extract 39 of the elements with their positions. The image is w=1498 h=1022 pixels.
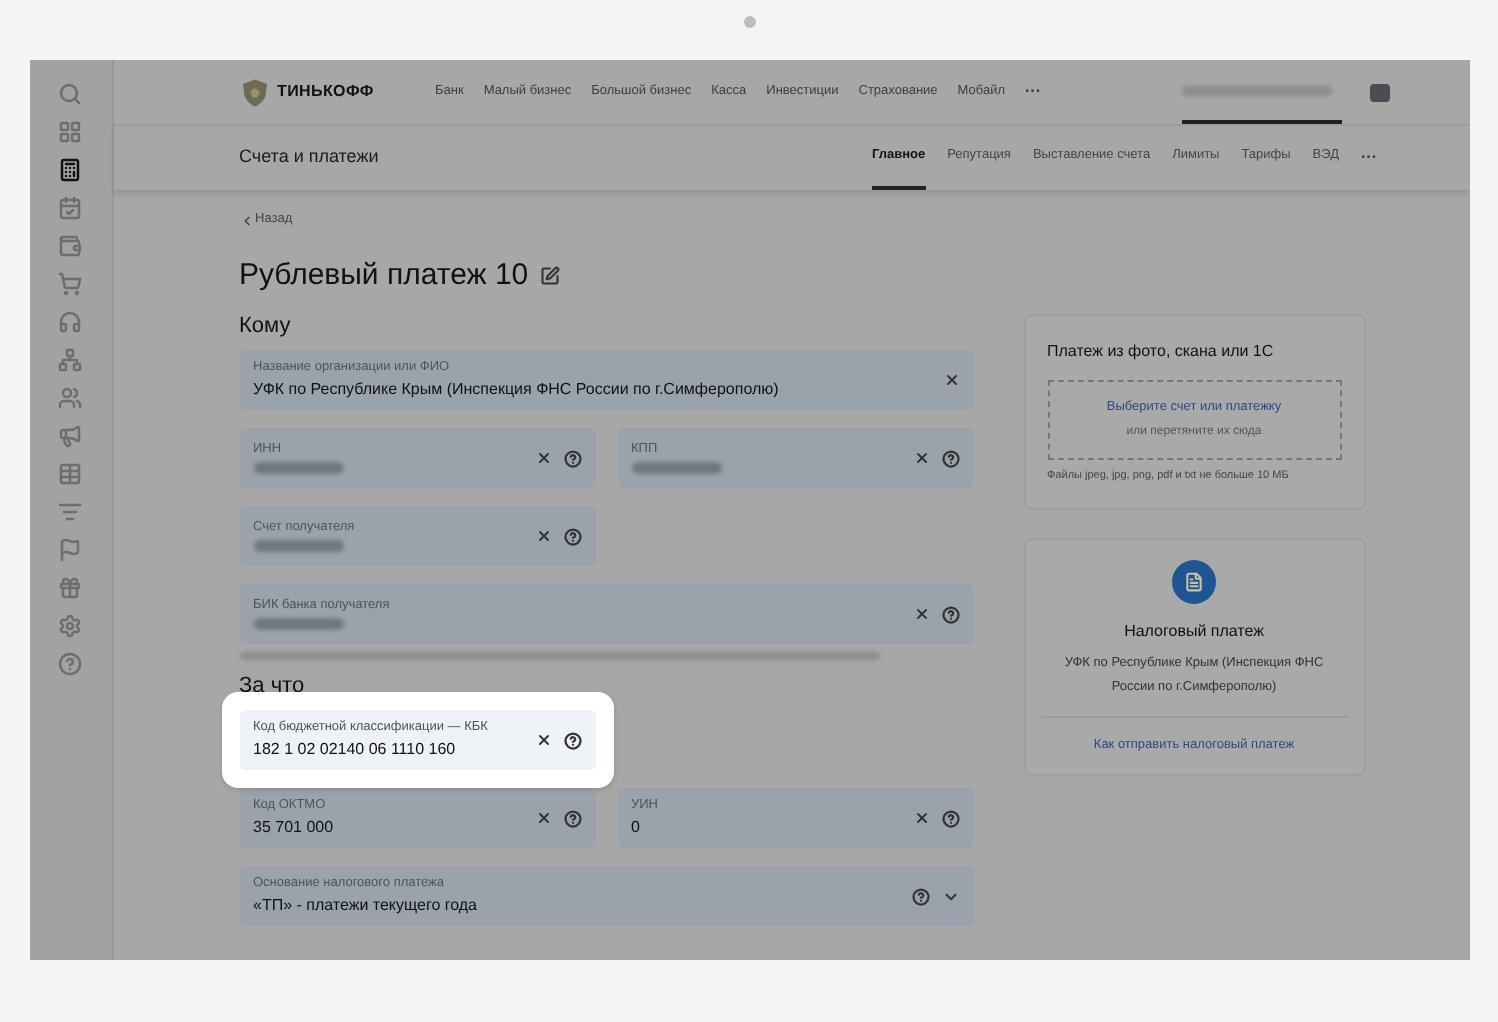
help-icon[interactable]	[941, 449, 959, 467]
section-heading: За что	[239, 672, 307, 700]
edit-icon[interactable]	[540, 266, 561, 286]
blurred-value	[253, 618, 343, 630]
help-icon[interactable]	[563, 731, 581, 749]
blurred-value	[631, 462, 721, 474]
blurred-value	[253, 540, 343, 552]
clear-icon[interactable]	[913, 606, 929, 622]
card-title: Налоговый платеж	[1124, 620, 1264, 645]
field-value: УФК по Республике Крым (Инспекция ФНС России по г.Симферополю)	[253, 380, 781, 400]
field-value: 182 1 02 02140 06 1110 160	[253, 740, 458, 760]
section-heading: Кому	[239, 312, 293, 340]
clear-icon[interactable]	[913, 450, 929, 466]
help-icon[interactable]	[563, 449, 581, 467]
document-icon	[1172, 560, 1216, 605]
more-button[interactable]: ···	[1361, 126, 1377, 190]
page-title: Рублевый платеж 10	[239, 258, 529, 294]
blurred-value	[253, 462, 343, 474]
logo-icon	[239, 77, 269, 107]
clear-icon[interactable]	[535, 528, 551, 544]
clear-icon[interactable]	[535, 810, 551, 826]
card-title: Платеж из фото, скана или 1С	[1047, 340, 1276, 364]
clear-icon[interactable]	[943, 372, 959, 388]
chevron-left-icon	[239, 213, 253, 227]
clear-icon[interactable]	[913, 810, 929, 826]
more-button[interactable]: ···	[1025, 80, 1041, 104]
field-value: 0	[631, 818, 642, 838]
clear-icon[interactable]	[535, 450, 551, 466]
logo-text: ТИНЬКОФФ	[277, 80, 374, 104]
help-icon[interactable]	[563, 809, 581, 827]
help-icon[interactable]	[911, 887, 929, 905]
help-icon[interactable]	[941, 809, 959, 827]
calculator-icon[interactable]	[58, 158, 82, 182]
help-icon[interactable]	[563, 527, 581, 545]
section-title: Счета и платежи	[239, 144, 379, 171]
field-value: 35 701 000	[253, 818, 336, 838]
field-value: «ТП» - платежи текущего года	[253, 896, 479, 916]
clear-icon[interactable]	[535, 732, 551, 748]
help-icon[interactable]	[941, 605, 959, 623]
